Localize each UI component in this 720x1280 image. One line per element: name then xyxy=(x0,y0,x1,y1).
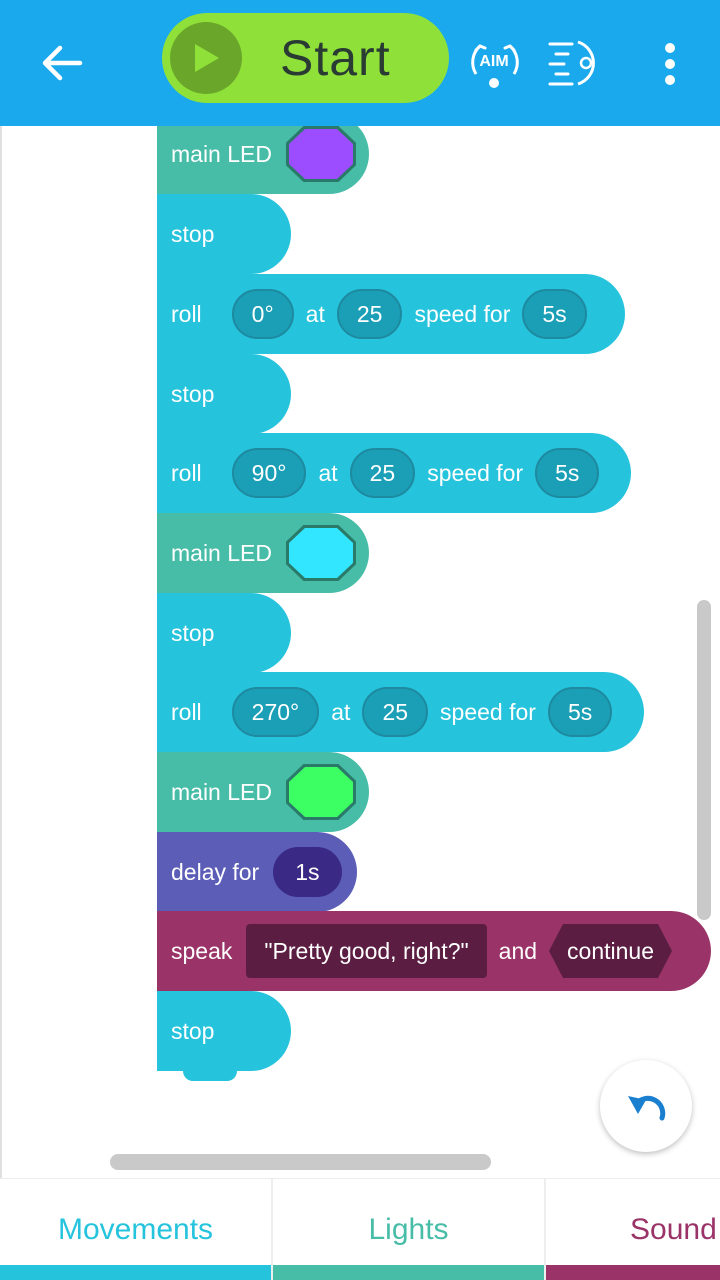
stop-block[interactable]: stop xyxy=(157,354,291,434)
speed-input[interactable]: 25 xyxy=(362,687,429,737)
tab-label: Movements xyxy=(57,1213,214,1246)
led-color-swatch[interactable] xyxy=(285,126,356,182)
speed-for-label: speed for xyxy=(414,300,511,327)
horizontal-scrollbar[interactable] xyxy=(110,1154,491,1170)
sensor-icon xyxy=(548,40,595,86)
aim-icon: AIM xyxy=(471,44,519,88)
aim-button[interactable]: AIM xyxy=(466,34,524,92)
speak-block[interactable]: speak "Pretty good, right?" and continue xyxy=(157,911,711,991)
speed-for-label: speed for xyxy=(440,698,536,725)
heading-input[interactable]: 270° xyxy=(231,687,320,737)
block-category-tabs: Movements Lights Sound xyxy=(0,1178,720,1280)
aim-label: AIM xyxy=(479,53,508,70)
program-canvas[interactable]: main LED stop roll 0° at 25 speed for 5s… xyxy=(0,126,720,1178)
tab-color-bar xyxy=(546,1265,720,1280)
tab-label: Sound xyxy=(630,1213,717,1246)
block-label: delay for xyxy=(171,858,260,885)
duration-input[interactable]: 5s xyxy=(522,289,587,339)
roll-block[interactable]: roll 0° at 25 speed for 5s xyxy=(157,274,625,354)
speed-for-label: speed for xyxy=(427,459,524,486)
block-label: main LED xyxy=(171,539,272,566)
block-label: speak xyxy=(171,937,233,964)
top-app-bar: Start AIM xyxy=(0,0,720,126)
heading-input[interactable]: 0° xyxy=(231,289,294,339)
duration-input[interactable]: 5s xyxy=(535,448,600,498)
start-label: Start xyxy=(280,30,391,86)
speed-input[interactable]: 25 xyxy=(336,289,403,339)
led-color-swatch[interactable] xyxy=(285,764,356,820)
play-icon xyxy=(170,22,242,94)
back-button[interactable] xyxy=(32,38,92,88)
tab-sound[interactable]: Sound xyxy=(546,1179,720,1280)
stop-block[interactable]: stop xyxy=(157,593,291,673)
main-led-block[interactable]: main LED xyxy=(157,126,369,194)
at-label: at xyxy=(318,459,338,486)
tab-color-bar xyxy=(0,1265,271,1280)
block-label: main LED xyxy=(171,140,272,167)
more-options-button[interactable] xyxy=(652,40,688,88)
roll-block[interactable]: roll 270° at 25 speed for 5s xyxy=(157,672,644,752)
speak-mode-select[interactable]: continue xyxy=(549,924,672,978)
sensor-data-button[interactable] xyxy=(546,34,606,92)
tab-label: Lights xyxy=(368,1213,449,1246)
tab-movements[interactable]: Movements xyxy=(0,1179,273,1280)
led-color-swatch[interactable] xyxy=(285,525,356,581)
block-label: stop xyxy=(171,619,215,646)
back-arrow-icon xyxy=(42,45,83,81)
block-notch xyxy=(183,1069,237,1081)
block-label: stop xyxy=(171,220,215,247)
start-button[interactable]: Start xyxy=(162,13,449,103)
at-label: at xyxy=(331,698,351,725)
duration-input[interactable]: 5s xyxy=(547,687,613,737)
vertical-scrollbar[interactable] xyxy=(697,600,711,920)
stop-block[interactable]: stop xyxy=(157,194,291,274)
roll-block[interactable]: roll 90° at 25 speed for 5s xyxy=(157,433,631,513)
speak-text-input[interactable]: "Pretty good, right?" xyxy=(246,924,487,978)
main-led-block[interactable]: main LED xyxy=(157,513,369,593)
more-vert-icon xyxy=(665,43,675,85)
tab-lights[interactable]: Lights xyxy=(273,1179,546,1280)
tab-color-bar xyxy=(273,1265,544,1280)
block-label: stop xyxy=(171,380,215,407)
block-label: main LED xyxy=(171,778,272,805)
at-label: at xyxy=(305,300,325,327)
main-led-block[interactable]: main LED xyxy=(157,752,369,832)
speed-input[interactable]: 25 xyxy=(349,448,416,498)
and-label: and xyxy=(498,937,538,964)
delay-duration-input[interactable]: 1s xyxy=(273,847,342,897)
block-label: roll xyxy=(171,459,202,486)
block-label: roll xyxy=(171,698,202,725)
block-label: roll xyxy=(171,300,202,327)
undo-button[interactable] xyxy=(600,1060,692,1152)
delay-block[interactable]: delay for 1s xyxy=(157,832,357,912)
block-label: stop xyxy=(171,1017,215,1044)
stop-block[interactable]: stop xyxy=(157,991,291,1081)
undo-icon xyxy=(628,1095,666,1121)
heading-input[interactable]: 90° xyxy=(231,448,307,498)
